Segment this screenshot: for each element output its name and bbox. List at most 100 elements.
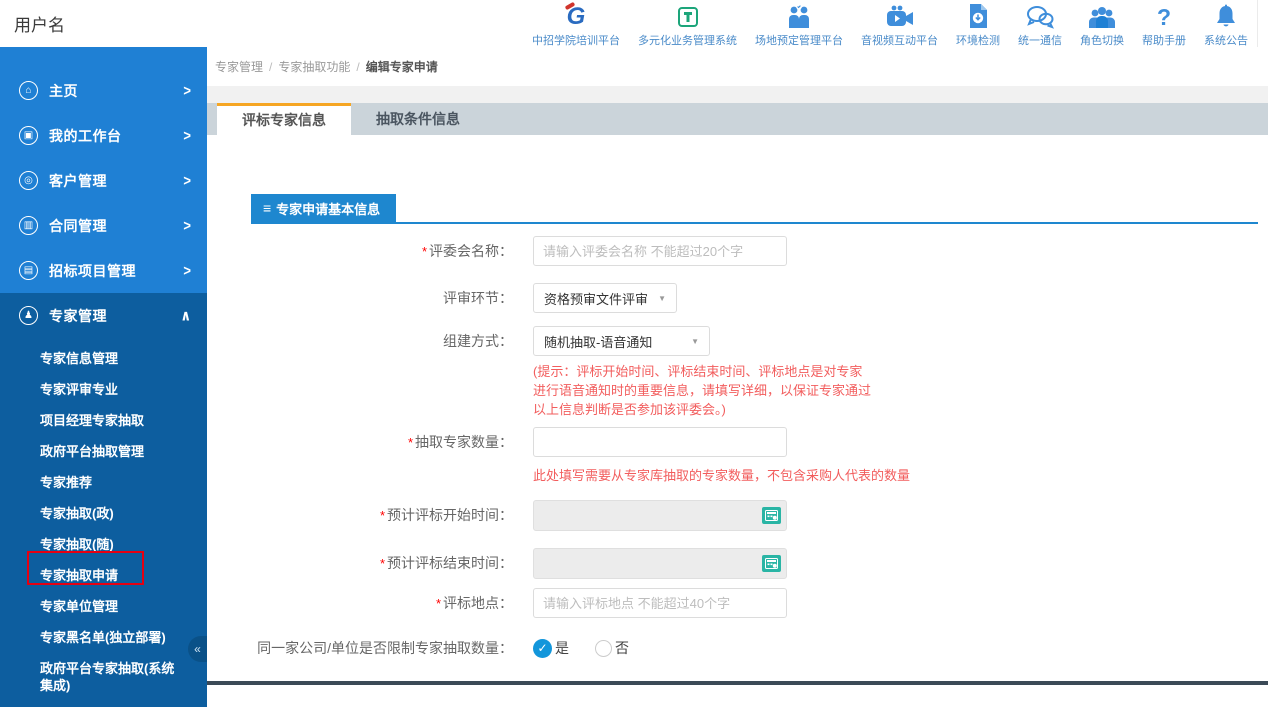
required-marker: *: [422, 244, 427, 259]
chat-bubbles-icon: [1026, 3, 1054, 29]
required-marker: *: [380, 556, 385, 571]
end-time-input[interactable]: [533, 548, 787, 579]
app-role-switch[interactable]: 角色切换: [1071, 0, 1133, 48]
chevron-down-icon: ▼: [691, 337, 699, 346]
chevron-down-icon: ▼: [658, 294, 666, 303]
formation-mode-value: 随机抽取-语音通知: [544, 332, 652, 351]
top-header: 用户名 G 中招学院培训平台 多元化业务管理系统 场地预定管理平台 音视频互动平…: [0, 0, 1268, 47]
camera-icon: [885, 3, 915, 29]
section-title: 专家申请基本信息: [276, 199, 380, 218]
submenu-expert-info[interactable]: 专家信息管理: [0, 343, 190, 374]
users-group-icon: [1087, 3, 1117, 29]
workbench-icon: ▣: [19, 126, 38, 145]
app-av-interaction[interactable]: 音视频互动平台: [852, 0, 947, 48]
form-row-limit-same-company: 同一家公司/单位是否限制专家抽取数量： ✓ 是 否: [207, 633, 1268, 663]
submenu-gov-expert-extraction-integrated[interactable]: 政府平台专家抽取(系统集成): [0, 653, 190, 701]
sidebar-item-bid-projects[interactable]: ▤ 招标项目管理 >: [0, 248, 207, 293]
app-venue-booking[interactable]: 场地预定管理平台: [746, 0, 852, 48]
form-row-end-time: *预计评标结束时间：: [207, 548, 1268, 579]
chevron-right-icon: >: [183, 172, 191, 189]
app-diversified-business[interactable]: 多元化业务管理系统: [629, 0, 746, 48]
breadcrumb-item[interactable]: 专家抽取功能: [278, 58, 350, 75]
sidebar-collapse-button[interactable]: «: [188, 636, 207, 662]
sidebar-item-home[interactable]: ⌂ 主页 >: [0, 68, 207, 113]
chevron-right-icon: >: [183, 127, 191, 144]
bottom-divider-bar: [207, 681, 1268, 685]
submenu-gov-platform-extraction[interactable]: 政府平台抽取管理: [0, 436, 190, 467]
expert-submenu: 专家信息管理 专家评审专业 项目经理专家抽取 政府平台抽取管理 专家推荐 专家抽…: [0, 338, 207, 701]
radio-unchecked-icon: [595, 640, 612, 657]
sidebar-nav: ⌂ 主页 > ▣ 我的工作台 > ◎ 客户管理 > ▥ 合同管理 > ▤ 招标项…: [0, 47, 207, 685]
radio-option-no[interactable]: 否: [595, 638, 629, 658]
submenu-pm-expert-extraction[interactable]: 项目经理专家抽取: [0, 405, 190, 436]
home-icon: ⌂: [19, 81, 38, 100]
g-logo-icon: G: [567, 3, 586, 29]
submenu-expert-review-major[interactable]: 专家评审专业: [0, 374, 190, 405]
submenu-expert-unit-management[interactable]: 专家单位管理: [0, 591, 190, 622]
breadcrumb: 专家管理 / 专家抽取功能 / 编辑专家申请: [207, 47, 1268, 86]
tab-expert-info[interactable]: 评标专家信息: [217, 103, 351, 135]
app-system-announcement[interactable]: 系统公告: [1195, 0, 1257, 48]
calendar-icon[interactable]: [762, 507, 781, 524]
main-content: 专家管理 / 专家抽取功能 / 编辑专家申请 评标专家信息 抽取条件信息 ≡ 专…: [207, 47, 1268, 685]
form-row-location: *评标地点：: [207, 588, 1268, 619]
formation-mode-select[interactable]: 随机抽取-语音通知 ▼: [533, 326, 710, 356]
review-stage-label: 评审环节：: [207, 283, 513, 313]
contract-icon: ▥: [19, 216, 38, 235]
submenu-expert-recommend[interactable]: 专家推荐: [0, 467, 190, 498]
list-icon: ≡: [263, 200, 271, 216]
sidebar-section-experts: ♟ 专家管理 ∧ 专家信息管理 专家评审专业 项目经理专家抽取 政府平台抽取管理…: [0, 293, 207, 707]
review-stage-value: 资格预审文件评审: [544, 289, 648, 308]
required-marker: *: [408, 435, 413, 450]
end-time-label: 预计评标结束时间：: [387, 555, 513, 571]
bell-icon: [1215, 3, 1237, 29]
formation-mode-hint: (提示：评标开始时间、评标结束时间、评标地点是对专家进行语音通知时的重要信息，请…: [533, 362, 875, 419]
submenu-expert-extraction-gov[interactable]: 专家抽取(政): [0, 498, 190, 529]
chevron-up-icon: ∧: [180, 306, 191, 324]
start-time-input[interactable]: [533, 500, 787, 531]
app-help-manual[interactable]: ? 帮助手册: [1133, 0, 1195, 48]
section-header-bar: ≡ 专家申请基本信息: [251, 194, 1258, 224]
limit-same-company-radio-group: ✓ 是 否: [533, 638, 655, 658]
app-training-platform[interactable]: G 中招学院培训平台: [523, 0, 629, 48]
sidebar-item-customers[interactable]: ◎ 客户管理 >: [0, 158, 207, 203]
breadcrumb-separator: /: [356, 60, 359, 74]
start-time-label: 预计评标开始时间：: [387, 507, 513, 523]
form-row-expert-count: *抽取专家数量： 此处填写需要从专家库抽取的专家数量，不包含采购人代表的数量: [207, 427, 1268, 484]
sidebar-item-expert-management[interactable]: ♟ 专家管理 ∧: [0, 293, 207, 338]
seal-icon: [676, 3, 700, 29]
location-input[interactable]: [533, 588, 787, 618]
location-label: 评标地点：: [443, 595, 513, 611]
sidebar-item-workbench[interactable]: ▣ 我的工作台 >: [0, 113, 207, 158]
chevron-right-icon: >: [183, 217, 191, 234]
form-row-review-stage: 评审环节： 资格预审文件评审 ▼: [207, 283, 1268, 313]
tab-extraction-conditions[interactable]: 抽取条件信息: [351, 103, 485, 135]
calendar-icon[interactable]: [762, 555, 781, 572]
breadcrumb-current: 编辑专家申请: [366, 58, 438, 75]
expert-count-input[interactable]: [533, 427, 787, 457]
customer-icon: ◎: [19, 171, 38, 190]
formation-mode-label: 组建方式：: [207, 326, 513, 356]
expert-count-hint: 此处填写需要从专家库抽取的专家数量，不包含采购人代表的数量: [533, 465, 910, 484]
required-marker: *: [436, 596, 441, 611]
radio-checked-icon: ✓: [533, 639, 552, 658]
expert-person-icon: ♟: [19, 306, 38, 325]
form-row-committee-name: *评委会名称：: [207, 236, 1268, 267]
radio-option-yes[interactable]: ✓ 是: [533, 638, 569, 658]
committee-name-input[interactable]: [533, 236, 787, 266]
form-row-formation-mode: 组建方式： 随机抽取-语音通知 ▼ (提示：评标开始时间、评标结束时间、评标地点…: [207, 326, 1268, 419]
submenu-expert-blacklist[interactable]: 专家黑名单(独立部署): [0, 622, 190, 653]
tab-bar: 评标专家信息 抽取条件信息: [207, 103, 1268, 135]
chevron-right-icon: >: [183, 262, 191, 279]
app-environment-check[interactable]: 环境检测: [947, 0, 1009, 48]
doc-download-icon: [967, 3, 989, 29]
review-stage-select[interactable]: 资格预审文件评审 ▼: [533, 283, 677, 313]
submenu-expert-extraction-random[interactable]: 专家抽取(随): [0, 529, 190, 560]
breadcrumb-item[interactable]: 专家管理: [215, 58, 263, 75]
header-gap-strip: [207, 86, 1268, 103]
required-marker: *: [380, 508, 385, 523]
project-folder-icon: ▤: [19, 261, 38, 280]
sidebar-item-contracts[interactable]: ▥ 合同管理 >: [0, 203, 207, 248]
app-unified-comms[interactable]: 统一通信: [1009, 0, 1071, 48]
submenu-expert-extraction-apply[interactable]: 专家抽取申请: [0, 560, 190, 591]
